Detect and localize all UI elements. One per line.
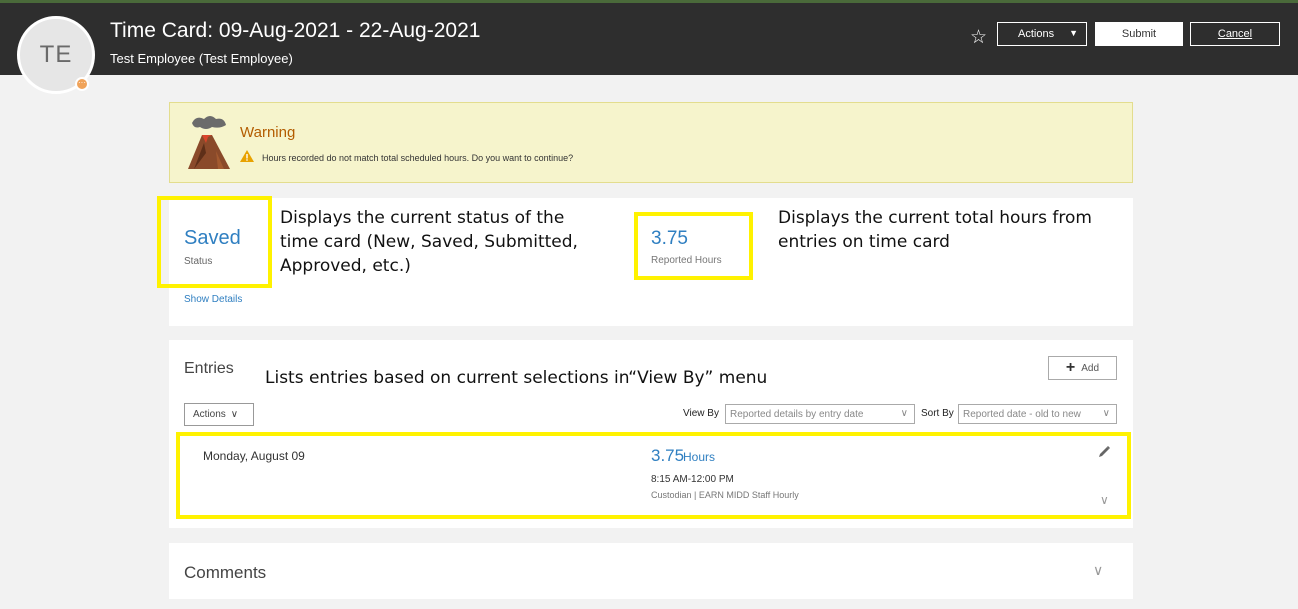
sort-by-label: Sort By (921, 408, 954, 419)
entry-hours-value: 3.75 (651, 446, 685, 465)
view-by-value: Reported details by entry date (730, 408, 864, 420)
favorite-star-icon[interactable]: ☆ (970, 26, 987, 49)
add-entry-button[interactable]: + Add (1048, 356, 1117, 380)
show-details-link[interactable]: Show Details (184, 294, 242, 305)
plus-icon: + (1065, 359, 1076, 376)
comments-chevron-icon[interactable]: ∨ (1093, 562, 1103, 579)
volcano-warning-icon (188, 116, 230, 169)
header-actions-button[interactable]: Actions ▼ (997, 22, 1087, 46)
entry-date: Monday, August 09 (203, 449, 305, 463)
chevron-down-icon: ∨ (900, 408, 908, 419)
warning-message: Hours recorded do not match total schedu… (262, 153, 574, 163)
page-subtitle: Test Employee (Test Employee) (110, 51, 293, 66)
reported-hours-value: 3.75 (651, 228, 688, 249)
view-by-label: View By (683, 408, 719, 419)
entries-title: Entries (184, 360, 234, 377)
edit-pencil-icon[interactable] (1097, 445, 1111, 459)
expand-chevron-icon[interactable]: ∨ (1100, 493, 1109, 507)
comments-title: Comments (184, 563, 267, 582)
entries-actions-button[interactable]: Actions ∨ (184, 403, 254, 426)
caret-down-icon: ▼ (1069, 28, 1078, 38)
submit-button[interactable]: Submit (1095, 22, 1183, 46)
page-title: Time Card: 09-Aug-2021 - 22-Aug-2021 (110, 19, 481, 42)
entry-description: Custodian | EARN MIDD Staff Hourly (651, 490, 799, 500)
cancel-button[interactable]: Cancel (1190, 22, 1280, 46)
entry-hours-unit: Hours (683, 450, 716, 464)
warning-title: Warning (240, 124, 296, 141)
entry-time-range: 8:15 AM-12:00 PM (651, 474, 734, 485)
reported-hours-label: Reported Hours (651, 255, 722, 266)
header-actions-label: Actions (1018, 28, 1055, 40)
entries-actions-label: Actions (193, 409, 226, 420)
chevron-down-icon: ∨ (1102, 408, 1110, 419)
page-header: Time Card: 09-Aug-2021 - 22-Aug-2021 Tes… (0, 3, 1298, 75)
status-value: Saved (184, 227, 241, 249)
hours-annotation: Displays the current total hours from en… (778, 208, 1092, 252)
comments-card[interactable] (169, 543, 1133, 599)
status-annotation: Displays the current status of the time … (280, 208, 578, 276)
status-label: Status (184, 256, 213, 267)
sort-by-select[interactable]: Reported date - old to new ∨ (958, 404, 1117, 424)
warning-banner: Warning Hours recorded do not match tota… (169, 102, 1133, 183)
avatar-initials: TE (39, 41, 73, 68)
avatar-badge: ··· (75, 77, 89, 91)
view-by-select[interactable]: Reported details by entry date ∨ (725, 404, 915, 424)
sort-by-value: Reported date - old to new (963, 408, 1081, 420)
add-label: Add (1081, 362, 1100, 374)
alert-triangle-icon (240, 150, 254, 162)
entries-annotation: Lists entries based on current selection… (265, 368, 768, 388)
chevron-down-icon: ∨ (230, 409, 239, 420)
